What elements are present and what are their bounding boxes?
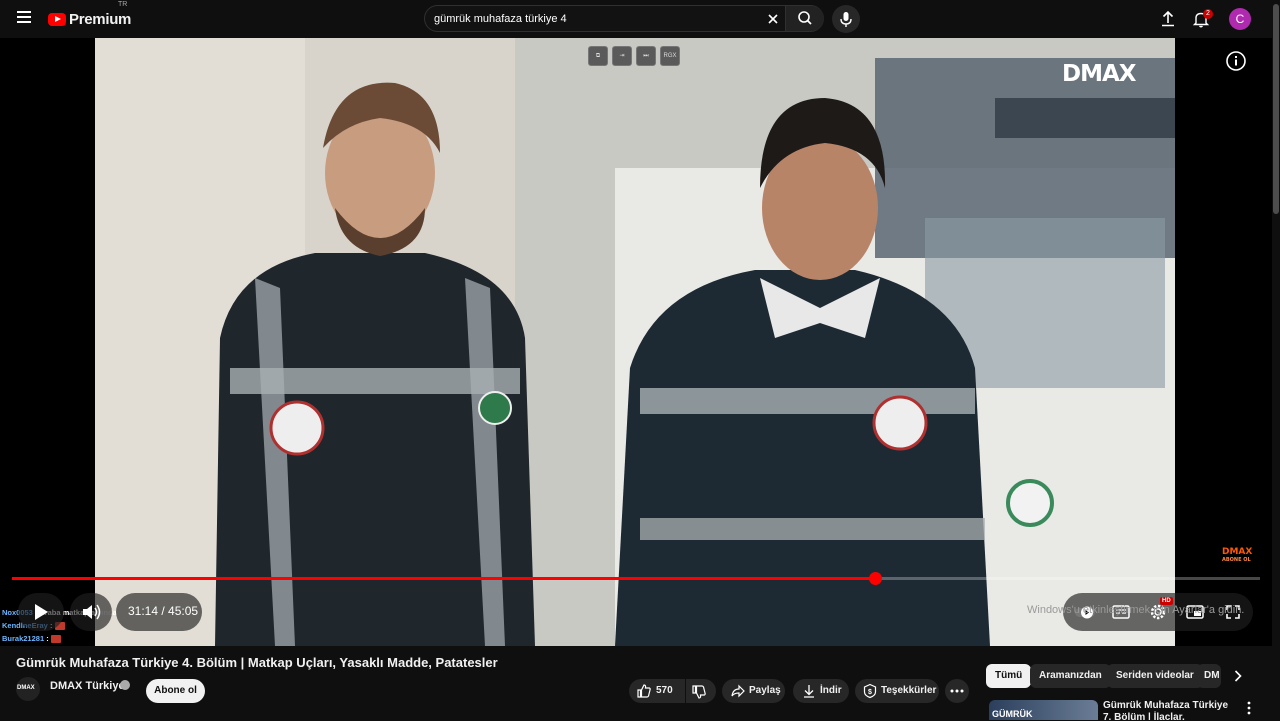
more-vertical-icon[interactable] [1241,700,1257,716]
volume-button[interactable] [70,593,112,631]
chevron-right-icon[interactable] [1228,666,1248,686]
extension-toolbar: ⧉ ⇥ ⏭ RGX [588,46,680,66]
thanks-button[interactable]: $ Teşekkürler [855,679,939,703]
corner-logo-text: DMAX [1222,547,1252,557]
search-button[interactable] [785,6,824,31]
youtube-play-logo-icon [48,13,66,26]
notification-badge: 2 [1203,9,1213,19]
search-box [424,5,824,32]
more-horizontal-icon [949,683,965,699]
rgx-button[interactable]: RGX [660,46,680,66]
account-avatar[interactable]: C [1229,8,1251,30]
chat-username: Burak21281 [2,634,44,643]
chip-from-search[interactable]: Aramanızdan [1030,664,1111,688]
video-frame[interactable] [95,38,1175,646]
recommendation-thumbnail[interactable]: GÜMRÜK [989,700,1098,720]
progress-bar[interactable] [12,577,1260,580]
thanks-label: Teşekkürler [881,685,936,696]
emote-icon [51,635,61,643]
video-title: Gümrük Muhafaza Türkiye 4. Bölüm | Matka… [16,655,498,670]
chat-text: : [44,634,61,643]
microphone-icon [832,5,860,33]
chat-message: Burak21281 : [2,632,262,645]
svg-text:$: $ [868,689,872,696]
menu-icon[interactable] [12,8,36,30]
play-icon [18,593,64,631]
chip-all[interactable]: Tümü [986,664,1031,688]
more-actions-button[interactable] [945,679,969,703]
search-input[interactable] [434,6,754,31]
share-button[interactable]: Paylaş [722,679,785,703]
volume-icon [70,593,112,631]
thumbnail-text: GÜMRÜK [992,709,1033,719]
picture-in-picture-icon[interactable]: ⧉ [588,46,608,66]
share-label: Paylaş [749,685,781,696]
video-scene-image [95,38,1175,646]
download-icon [801,683,817,699]
video-player[interactable]: ⧉ ⇥ ⏭ RGX DMAX DMAXABONE OL Nox0053 : Ar… [0,38,1272,646]
channel-name[interactable]: DMAX Türkiye [50,680,125,692]
upload-icon[interactable] [1157,8,1179,30]
search-icon [786,6,825,31]
thumbs-down-icon [691,684,707,700]
subscribe-button[interactable]: Abone ol [146,679,205,703]
skip-icon[interactable]: ⏭ [636,46,656,66]
time-display: 31:14 / 45:05 [128,604,198,618]
thanks-icon: $ [862,683,878,699]
download-label: İndir [820,685,842,696]
like-button[interactable]: 570 [629,679,685,703]
scrollbar-thumb[interactable] [1273,4,1279,214]
dmax-subscribe-logo[interactable]: DMAXABONE OL [1222,547,1252,563]
top-bar: Premium TR 2 C [0,0,1280,38]
play-button[interactable] [18,593,64,631]
share-icon [730,683,746,699]
thumbs-up-icon [636,683,652,699]
close-icon[interactable] [763,9,783,29]
info-icon[interactable] [1225,50,1247,72]
dislike-button[interactable] [686,679,716,703]
progress-played [12,577,875,580]
recommendation-title[interactable]: Gümrük Muhafaza Türkiye 7. Bölüm | İlaçl… [1103,700,1235,720]
activate-windows-watermark: Windows'u etkinleştirmek için Ayarlar'a … [1027,604,1244,616]
channel-avatar[interactable] [16,677,40,701]
chip-series-videos[interactable]: Seriden videolar [1107,664,1203,688]
scrubber-handle[interactable] [869,572,882,585]
like-count: 570 [656,685,673,696]
download-button[interactable]: İndir [793,679,849,703]
verified-check-icon [120,680,130,690]
page-scrollbar[interactable] [1272,0,1280,720]
chip-dm[interactable]: DM [1197,664,1221,688]
voice-search-button[interactable] [832,5,860,33]
dmax-watermark: DMAX [1062,61,1136,87]
corner-logo-sub: ABONE OL [1222,557,1252,563]
exit-icon[interactable]: ⇥ [612,46,632,66]
brand-region: TR [118,1,127,8]
brand-text: Premium [69,11,131,28]
youtube-premium-logo[interactable]: Premium [48,9,131,29]
